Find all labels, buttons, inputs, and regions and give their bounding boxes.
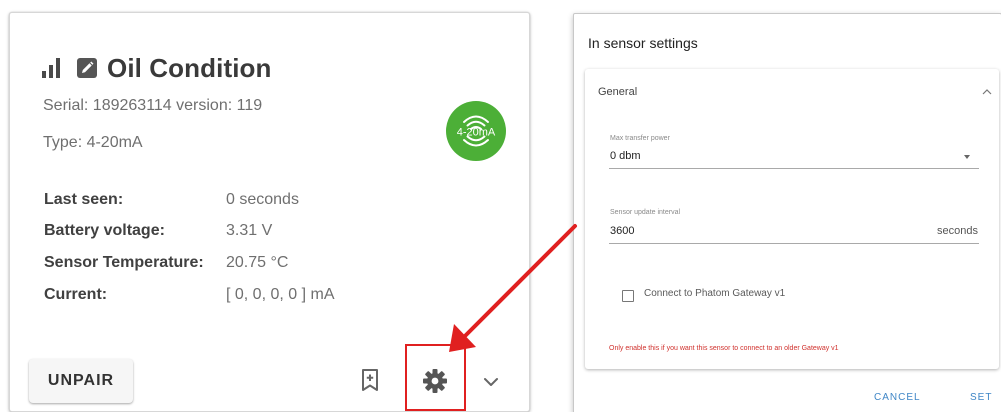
sensor-type-badge: 4-20mA — [446, 101, 506, 161]
max-transfer-power-select[interactable]: Max transfer power 0 dbm — [609, 135, 979, 169]
current-label: Current: — [44, 286, 108, 303]
sensor-update-interval-field[interactable]: Sensor update interval 3600 seconds — [609, 209, 979, 245]
cancel-button[interactable]: CANCEL — [874, 392, 921, 403]
gateway-warning-text: Only enable this if you want this sensor… — [609, 345, 839, 352]
unpair-button[interactable]: UNPAIR — [29, 359, 133, 403]
connect-gateway-label[interactable]: Connect to Phatom Gateway v1 — [644, 288, 785, 299]
last-seen-label: Last seen: — [44, 191, 124, 208]
sensor-update-interval-underline — [609, 243, 979, 244]
sensor-temperature-value: 20.75 °C — [226, 254, 289, 271]
edit-icon[interactable] — [77, 58, 97, 78]
screenshot-stage: Oil Condition Serial: 189263114 version:… — [0, 0, 1001, 412]
wireless-icon: 4-20mA — [457, 115, 496, 147]
set-button[interactable]: SET — [970, 392, 992, 403]
battery-voltage-value: 3.31 V — [226, 222, 273, 239]
chevron-up-icon[interactable] — [982, 89, 992, 95]
battery-voltage-label: Battery voltage: — [44, 222, 165, 239]
sensor-card: Oil Condition Serial: 189263114 version:… — [9, 12, 530, 412]
sensor-update-interval-value: 3600 — [610, 225, 635, 237]
max-transfer-power-label: Max transfer power — [610, 135, 670, 142]
card-title-row: Oil Condition — [42, 51, 272, 85]
gear-icon[interactable] — [422, 368, 448, 394]
select-caret-icon[interactable] — [964, 155, 970, 159]
sensor-update-interval-suffix: seconds — [937, 225, 978, 237]
dialog-title: In sensor settings — [588, 35, 698, 51]
general-panel: General Max transfer power 0 dbm Sensor … — [585, 69, 999, 369]
connect-gateway-checkbox[interactable] — [622, 290, 634, 302]
serial-text: Serial: 189263114 version: 119 — [43, 97, 263, 114]
bookmark-add-icon[interactable] — [359, 368, 381, 392]
max-transfer-power-underline — [609, 168, 979, 169]
chevron-down-icon[interactable] — [483, 377, 499, 387]
sensor-settings-dialog: In sensor settings General Max transfer … — [573, 13, 1001, 412]
current-value: [ 0, 0, 0, 0 ] mA — [226, 286, 335, 303]
badge-label: 4-20mA — [457, 127, 496, 139]
sensor-temperature-label: Sensor Temperature: — [44, 254, 204, 271]
signal-icon — [42, 58, 66, 78]
type-text: Type: 4-20mA — [43, 134, 143, 151]
max-transfer-power-value: 0 dbm — [610, 150, 641, 162]
general-panel-title: General — [598, 86, 638, 98]
sensor-title: Oil Condition — [107, 52, 272, 83]
last-seen-value: 0 seconds — [226, 191, 299, 208]
general-panel-header[interactable]: General — [585, 69, 999, 109]
sensor-update-interval-label: Sensor update interval — [610, 209, 681, 216]
